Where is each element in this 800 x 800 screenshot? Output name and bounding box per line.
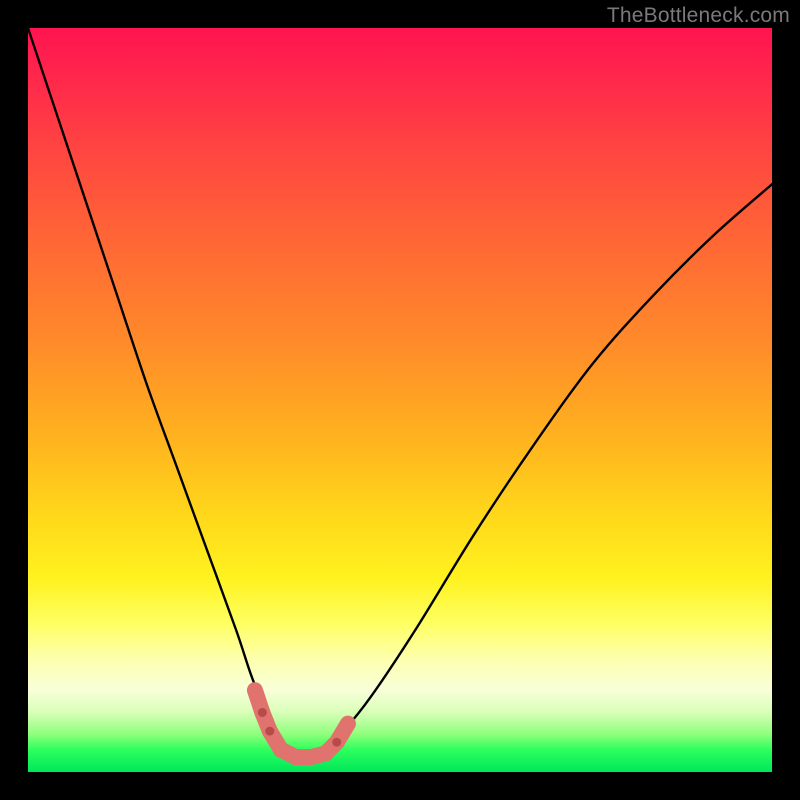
curve-layer (28, 28, 772, 772)
marker-joint-dot (265, 727, 274, 736)
marker-joint-dot (332, 738, 341, 747)
bottleneck-curve (28, 28, 772, 759)
chart-frame: TheBottleneck.com (0, 0, 800, 800)
plot-area (28, 28, 772, 772)
watermark-text: TheBottleneck.com (607, 4, 790, 28)
marker-joint-dot (258, 708, 267, 717)
marker-group (255, 690, 348, 757)
